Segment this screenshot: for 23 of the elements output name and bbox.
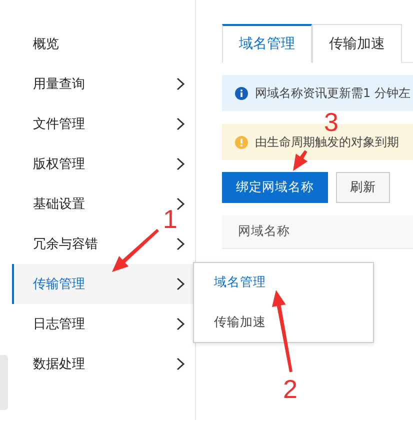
sidebar-item[interactable]: 文件管理 <box>33 115 85 133</box>
submenu-item[interactable]: 传输加速 <box>214 314 266 331</box>
refresh-button[interactable]: 刷新 <box>336 172 390 203</box>
sidebar-item[interactable]: 冗余与容错 <box>33 235 98 253</box>
annotation-number: 1 <box>163 204 178 234</box>
annotation-arrow <box>293 150 308 171</box>
submenu-item[interactable]: 域名管理 <box>214 274 266 292</box>
sidebar-item[interactable]: 版权管理 <box>33 155 85 173</box>
tab[interactable]: 域名管理 <box>222 24 312 63</box>
tab[interactable]: 传输加速 <box>312 24 402 63</box>
column-header: 网域名称 <box>237 223 290 240</box>
sidebar-item[interactable]: 传输管理 <box>33 275 85 293</box>
sidebar-item[interactable]: 日志管理 <box>33 315 85 333</box>
sidebar-item[interactable]: 数据处理 <box>33 355 85 373</box>
annotation-arrow <box>112 228 159 272</box>
sidebar-item[interactable]: 用量查询 <box>33 75 85 93</box>
warning-icon <box>235 136 248 148</box>
banner-text: 网域名称资讯更新需1 分钟左 <box>255 84 410 102</box>
bind-domain-button[interactable]: 绑定网域名称 <box>222 172 328 203</box>
sidebar-item[interactable]: 基础设置 <box>33 195 85 213</box>
sidebar-item[interactable]: 概览 <box>33 35 59 53</box>
annotation-number: 2 <box>283 374 298 404</box>
info-icon <box>235 86 248 100</box>
